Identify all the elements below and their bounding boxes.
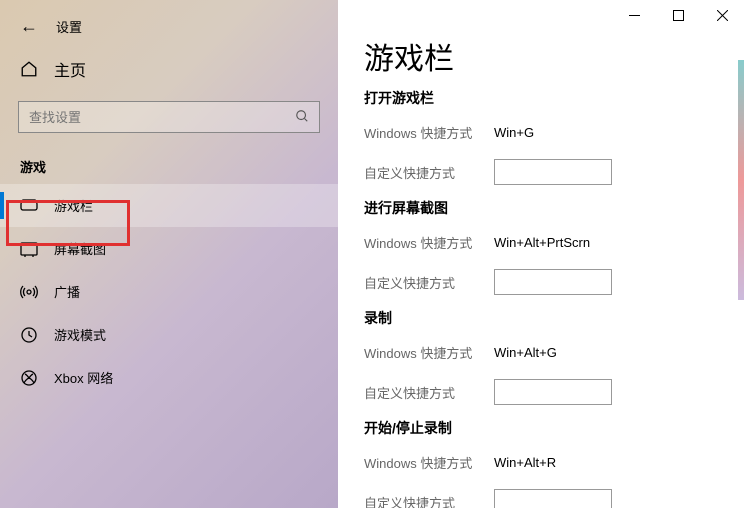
custom-shortcut-input[interactable] [494, 379, 612, 405]
section-heading: 打开游戏栏 [364, 88, 718, 108]
nav-label: 游戏模式 [54, 325, 106, 344]
settings-title: 设置 [56, 17, 82, 36]
section-heading: 开始/停止录制 [364, 418, 718, 438]
shortcut-value: Win+Alt+R [494, 455, 556, 470]
search-input[interactable] [29, 110, 295, 125]
nav-item-broadcast[interactable]: 广播 [0, 270, 338, 313]
custom-shortcut-row: 自定义快捷方式 [364, 486, 718, 508]
row-label: Windows 快捷方式 [364, 123, 494, 142]
gamebar-icon [20, 197, 38, 215]
nav-item-xbox[interactable]: Xbox 网络 [0, 356, 338, 399]
nav-item-gamebar[interactable]: 游戏栏 [0, 184, 338, 227]
row-label: Windows 快捷方式 [364, 233, 494, 252]
custom-shortcut-input[interactable] [494, 489, 612, 508]
shortcut-section: 进行屏幕截图 Windows 快捷方式Win+Alt+PrtScrn 自定义快捷方式 [364, 198, 718, 298]
shortcut-value: Win+G [494, 125, 534, 140]
main-panel: 游戏栏 打开游戏栏Windows 快捷方式Win+G自定义快捷方式进行屏幕截图W… [338, 0, 744, 508]
shortcut-value: Win+Alt+G [494, 345, 557, 360]
row-label: 自定义快捷方式 [364, 493, 494, 508]
nav-label: 广播 [54, 282, 80, 301]
page-title: 游戏栏 [364, 34, 718, 78]
shortcut-section: 打开游戏栏 Windows 快捷方式Win+G 自定义快捷方式 [364, 88, 718, 188]
nav-label: Xbox 网络 [54, 368, 113, 387]
xbox-icon [20, 369, 38, 387]
section-heading: 录制 [364, 308, 718, 328]
row-label: 自定义快捷方式 [364, 163, 494, 182]
broadcast-icon [20, 283, 38, 301]
back-button[interactable]: ← [20, 16, 38, 37]
sidebar-header: ← 设置 [0, 0, 338, 47]
section-heading: 进行屏幕截图 [364, 198, 718, 218]
minimize-button[interactable] [612, 0, 656, 30]
maximize-button[interactable] [656, 0, 700, 30]
search-box[interactable] [18, 101, 320, 133]
sidebar: ← 设置 主页 游戏 游戏栏屏幕截图广播游戏模式 Xbox 网络 [0, 0, 338, 508]
windows-shortcut-row: Windows 快捷方式Win+G [364, 116, 718, 148]
gamemode-icon [20, 326, 38, 344]
custom-shortcut-row: 自定义快捷方式 [364, 156, 718, 188]
home-nav[interactable]: 主页 [0, 47, 338, 91]
shortcut-section: 开始/停止录制 Windows 快捷方式Win+Alt+R 自定义快捷方式 [364, 418, 718, 508]
search-icon [295, 109, 309, 126]
titlebar [338, 0, 744, 30]
shortcut-section: 录制 Windows 快捷方式Win+Alt+G 自定义快捷方式 [364, 308, 718, 408]
custom-shortcut-row: 自定义快捷方式 [364, 376, 718, 408]
content: 游戏栏 打开游戏栏Windows 快捷方式Win+G自定义快捷方式进行屏幕截图W… [338, 30, 744, 508]
close-button[interactable] [700, 0, 744, 30]
custom-shortcut-row: 自定义快捷方式 [364, 266, 718, 298]
windows-shortcut-row: Windows 快捷方式Win+Alt+R [364, 446, 718, 478]
nav-label: 屏幕截图 [54, 239, 106, 258]
windows-shortcut-row: Windows 快捷方式Win+Alt+G [364, 336, 718, 368]
custom-shortcut-input[interactable] [494, 269, 612, 295]
row-label: Windows 快捷方式 [364, 453, 494, 472]
home-label: 主页 [54, 57, 86, 81]
row-label: 自定义快捷方式 [364, 383, 494, 402]
category-label: 游戏 [0, 143, 338, 184]
nav-label: 游戏栏 [54, 196, 93, 215]
edge-accent [738, 60, 744, 300]
nav-item-gamemode[interactable]: 游戏模式 [0, 313, 338, 356]
capture-icon [20, 240, 38, 258]
home-icon [20, 60, 38, 78]
row-label: 自定义快捷方式 [364, 273, 494, 292]
nav-item-capture[interactable]: 屏幕截图 [0, 227, 338, 270]
windows-shortcut-row: Windows 快捷方式Win+Alt+PrtScrn [364, 226, 718, 258]
row-label: Windows 快捷方式 [364, 343, 494, 362]
custom-shortcut-input[interactable] [494, 159, 612, 185]
shortcut-value: Win+Alt+PrtScrn [494, 235, 590, 250]
nav-list: 游戏栏屏幕截图广播游戏模式 Xbox 网络 [0, 184, 338, 399]
